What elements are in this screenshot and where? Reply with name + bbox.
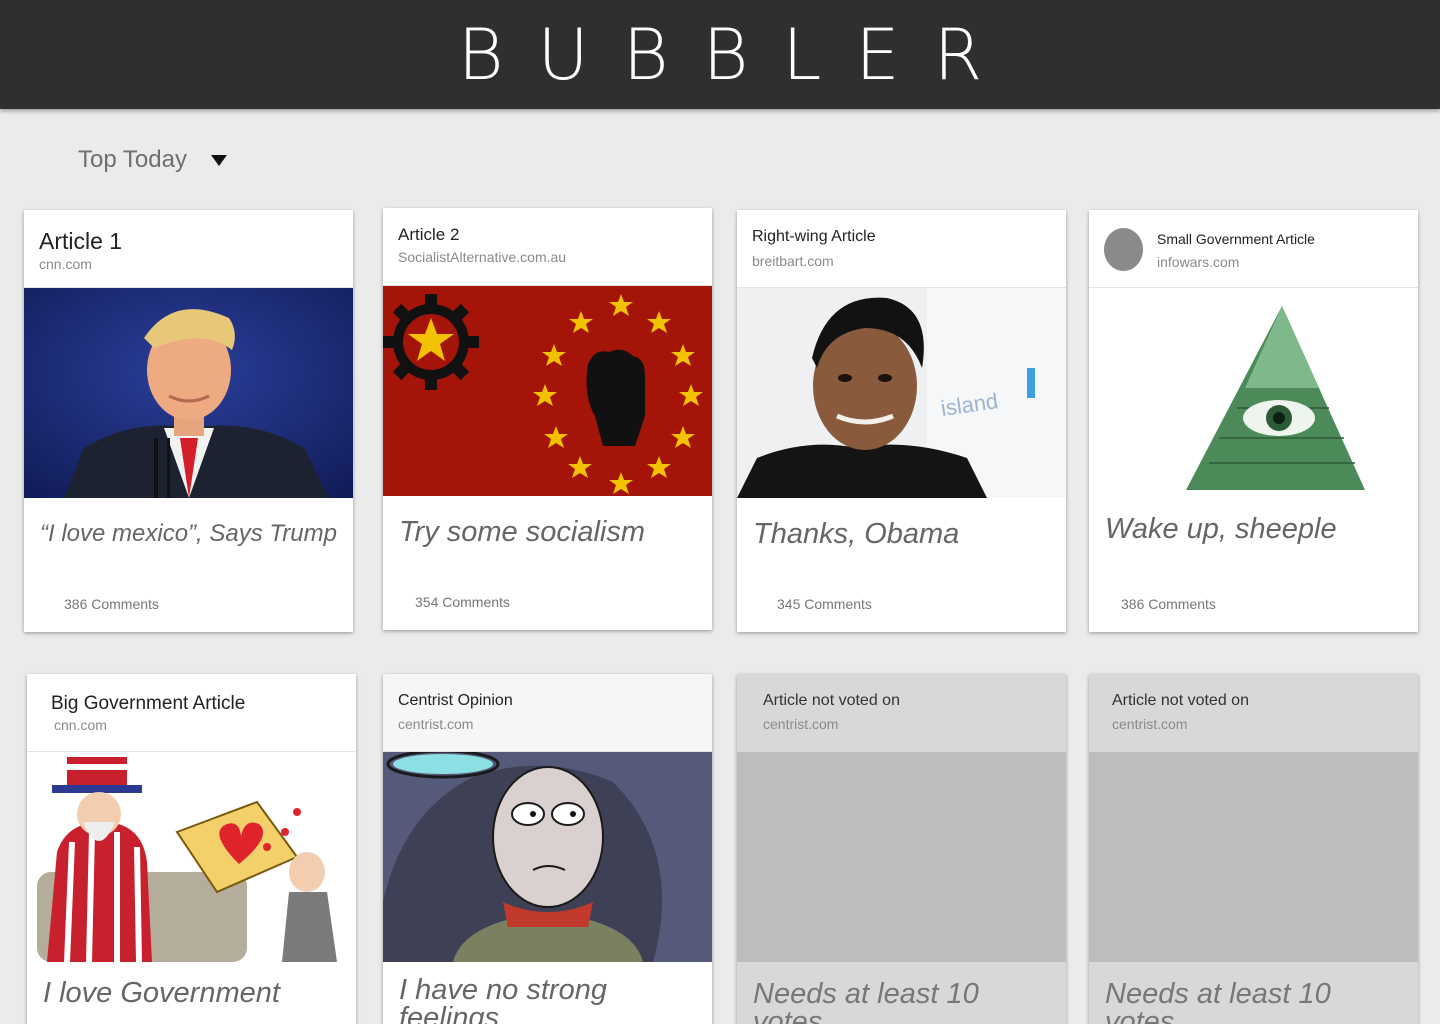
comments-link[interactable]: 386 Comments — [1121, 596, 1216, 612]
comments-link[interactable]: 345 Comments — [777, 596, 872, 612]
card-source: cnn.com — [54, 717, 107, 733]
comments-link[interactable]: 354 Comments — [415, 594, 510, 610]
card-headline: Thanks, Obama — [753, 518, 960, 550]
card-headline: I have no strong feelings — [399, 974, 607, 1024]
card-header: Small Government Article infowars.com — [1089, 210, 1418, 288]
card-source: cnn.com — [39, 256, 92, 272]
card-title: Big Government Article — [51, 693, 246, 714]
app-title: BUBBLER — [457, 13, 1017, 96]
card-header: Right-wing Article breitbart.com — [737, 210, 1066, 288]
chevron-down-icon[interactable] — [210, 154, 227, 166]
card-image — [27, 752, 356, 962]
avatar — [1104, 228, 1143, 271]
comments-link[interactable]: 386 Comments — [64, 596, 159, 612]
card-headline: Try some socialism — [399, 516, 645, 548]
card-header: Big Government Article cnn.com — [27, 674, 356, 752]
card-image — [1089, 288, 1418, 495]
image-placeholder — [737, 752, 1066, 962]
card-title: Article 1 — [39, 228, 123, 254]
card-source: centrist.com — [398, 716, 474, 732]
card-title: Centrist Opinion — [398, 692, 513, 709]
card-title: Article not voted on — [1112, 692, 1249, 709]
card-title: Right-wing Article — [752, 228, 876, 245]
card-header: Article not voted on centrist.com — [737, 674, 1066, 752]
article-card-pending[interactable]: Article not voted on centrist.com Needs … — [1089, 674, 1418, 1024]
card-image: island — [737, 288, 1066, 498]
card-title: Article not voted on — [763, 692, 900, 709]
article-card[interactable]: Right-wing Article breitbart.com island … — [737, 210, 1066, 632]
card-image — [24, 288, 353, 498]
image-placeholder — [1089, 752, 1418, 962]
card-source: SocialistAlternative.com.au — [398, 249, 567, 265]
card-source: infowars.com — [1157, 254, 1240, 270]
card-title: Small Government Article — [1157, 231, 1315, 247]
card-title: Article 2 — [398, 225, 460, 244]
card-image — [383, 752, 712, 962]
card-source: centrist.com — [1112, 716, 1188, 732]
article-card-pending[interactable]: Article not voted on centrist.com Needs … — [737, 674, 1066, 1024]
card-header: Article 1 cnn.com — [24, 210, 353, 288]
card-header: Centrist Opinion centrist.com — [383, 674, 712, 752]
card-headline: Needs at least 10 votes — [753, 978, 979, 1024]
card-headline: Wake up, sheeple — [1105, 513, 1337, 545]
card-headline: I love Government — [43, 977, 280, 1009]
article-card[interactable]: Article 1 cnn.com “I love mexico”, Says … — [24, 210, 353, 632]
card-header: Article 2 SocialistAlternative.com.au — [383, 208, 712, 286]
article-card[interactable]: Small Government Article infowars.com Wa… — [1089, 210, 1418, 632]
article-card[interactable]: Centrist Opinion centrist.com I have no … — [383, 674, 712, 1024]
card-headline: “I love mexico”, Says Trump — [40, 520, 337, 547]
app-header: BUBBLER — [0, 0, 1440, 109]
article-card[interactable]: Big Government Article cnn.com I love Go… — [27, 674, 356, 1024]
sort-dropdown[interactable]: Top Today — [78, 146, 227, 174]
card-image — [383, 286, 712, 496]
card-source: breitbart.com — [752, 253, 834, 269]
card-header: Article not voted on centrist.com — [1089, 674, 1418, 752]
card-headline: Needs at least 10 votes — [1105, 978, 1331, 1024]
article-card[interactable]: Article 2 SocialistAlternative.com.au Tr… — [383, 208, 712, 630]
card-source: centrist.com — [763, 716, 839, 732]
sort-label: Top Today — [78, 146, 187, 173]
